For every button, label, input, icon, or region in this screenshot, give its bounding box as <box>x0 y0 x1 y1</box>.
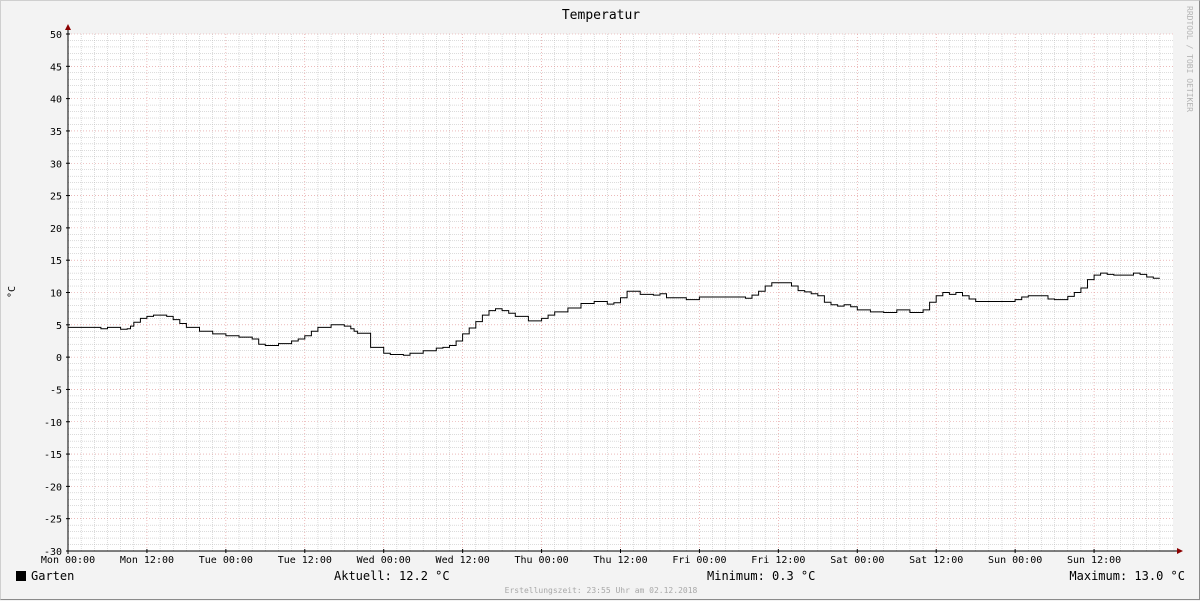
y-tick-label: -10 <box>44 418 62 429</box>
x-tick-label: Fri 00:00 <box>672 555 726 566</box>
x-tick-labels: Mon 00:00 Mon 12:00 Tue 00:00 Tue 12:00 Wed … <box>41 555 1121 566</box>
x-tick-label: Sat 12:00 <box>909 555 963 566</box>
y-tick-label: 20 <box>50 224 62 235</box>
temperature-chart: 50454035302520151050-5-10-15-20-25-30 Mo… <box>7 6 1194 595</box>
watermark: RRDTOOL / TOBI OETIKER <box>1185 6 1194 112</box>
chart-title: Temperatur <box>562 8 640 23</box>
y-tick-label: 50 <box>50 30 62 41</box>
chart-frame: 50 45 40 35 30 25 20 15 10 5 0 -5 -10 -15 -20 -25 -30 Mo… <box>0 0 1200 600</box>
y-tick-label: 5 <box>56 321 62 332</box>
x-tick-label: Mon 12:00 <box>120 555 174 566</box>
legend-label-garten: Garten <box>31 569 74 583</box>
x-tick-label: Sun 00:00 <box>988 555 1042 566</box>
x-tick-label: Thu 00:00 <box>514 555 568 566</box>
y-tick-label: 10 <box>50 289 62 300</box>
x-tick-label: Tue 12:00 <box>278 555 332 566</box>
x-tick-label: Mon 00:00 <box>41 555 95 566</box>
x-tick-label: Sun 12:00 <box>1067 555 1121 566</box>
stat-current: Aktuell: 12.2 °C <box>334 569 450 583</box>
stat-minimum: Minimum: 0.3 °C <box>707 569 815 583</box>
y-tick-label: 35 <box>50 127 62 138</box>
x-tick-label: Thu 12:00 <box>593 555 647 566</box>
y-tick-label: 40 <box>50 95 62 106</box>
y-tick-label: 0 <box>56 353 62 364</box>
legend-swatch-garten <box>16 571 26 581</box>
y-tick-label: 30 <box>50 159 62 170</box>
y-tick-label: 45 <box>50 62 62 73</box>
y-axis-label: °C <box>7 286 18 298</box>
y-tick-labels: 50454035302520151050-5-10-15-20-25-30 <box>44 30 62 558</box>
x-tick-label: Sat 00:00 <box>830 555 884 566</box>
y-tick-label: 15 <box>50 256 62 267</box>
stat-maximum: Maximum: 13.0 °C <box>1069 569 1185 583</box>
y-tick-label: -15 <box>44 450 62 461</box>
x-tick-label: Tue 00:00 <box>199 555 253 566</box>
x-tick-label: Fri 12:00 <box>751 555 805 566</box>
y-tick-label: -20 <box>44 482 62 493</box>
x-tick-label: Wed 00:00 <box>357 555 411 566</box>
x-axis-arrow <box>1177 548 1183 554</box>
y-tick-label: -5 <box>50 385 62 396</box>
footer-timestamp: Erstellungszeit: 23:55 Uhr am 02.12.2018 <box>505 586 698 595</box>
y-axis-arrow <box>65 24 71 30</box>
y-tick-label: 25 <box>50 192 62 203</box>
y-tick-label: -25 <box>44 515 62 526</box>
x-tick-label: Wed 12:00 <box>436 555 490 566</box>
